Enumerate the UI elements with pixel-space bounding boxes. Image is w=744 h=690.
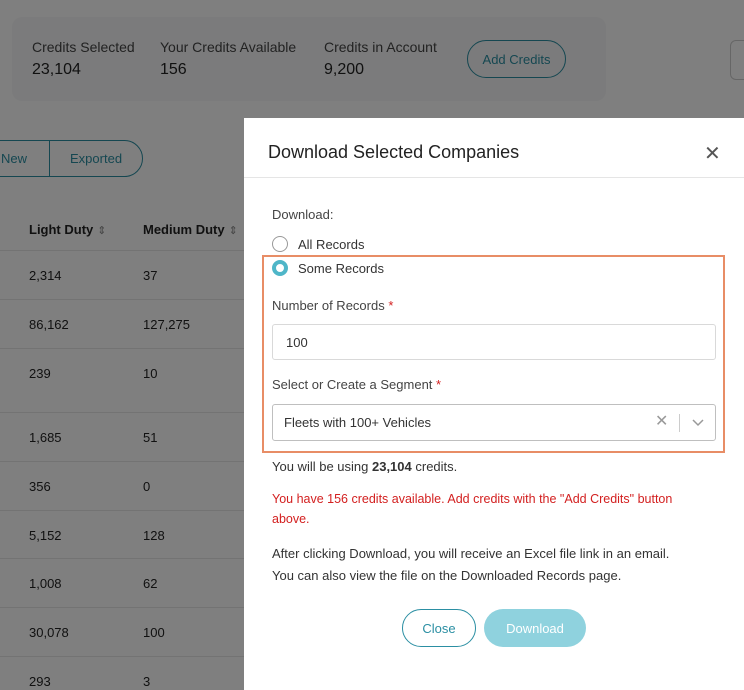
download-label: Download: — [272, 207, 334, 222]
credits-warning: You have 156 credits available. Add cred… — [272, 492, 673, 526]
radio-all-records[interactable]: All Records — [272, 236, 364, 252]
usage-prefix: You will be using — [272, 459, 372, 474]
modal-title: Download Selected Companies — [268, 142, 520, 162]
download-button[interactable]: Download — [484, 609, 586, 647]
after-download-info: After clicking Download, you will receiv… — [272, 543, 732, 587]
usage-amount: 23,104 — [371, 459, 412, 474]
modal-header: Download Selected Companies ✕ — [244, 118, 744, 178]
info-line: You can also view the file on the Downlo… — [272, 568, 622, 583]
close-button[interactable]: Close — [402, 609, 476, 647]
radio-label: All Records — [298, 236, 365, 252]
radio-unchecked-icon[interactable] — [272, 236, 288, 252]
usage-text: You will be using 23,104 credits. — [272, 459, 457, 474]
close-icon[interactable]: ✕ — [704, 144, 721, 164]
info-line: After clicking Download, you will receiv… — [272, 546, 670, 561]
highlight-box — [262, 255, 725, 453]
usage-suffix: credits. — [411, 459, 458, 474]
